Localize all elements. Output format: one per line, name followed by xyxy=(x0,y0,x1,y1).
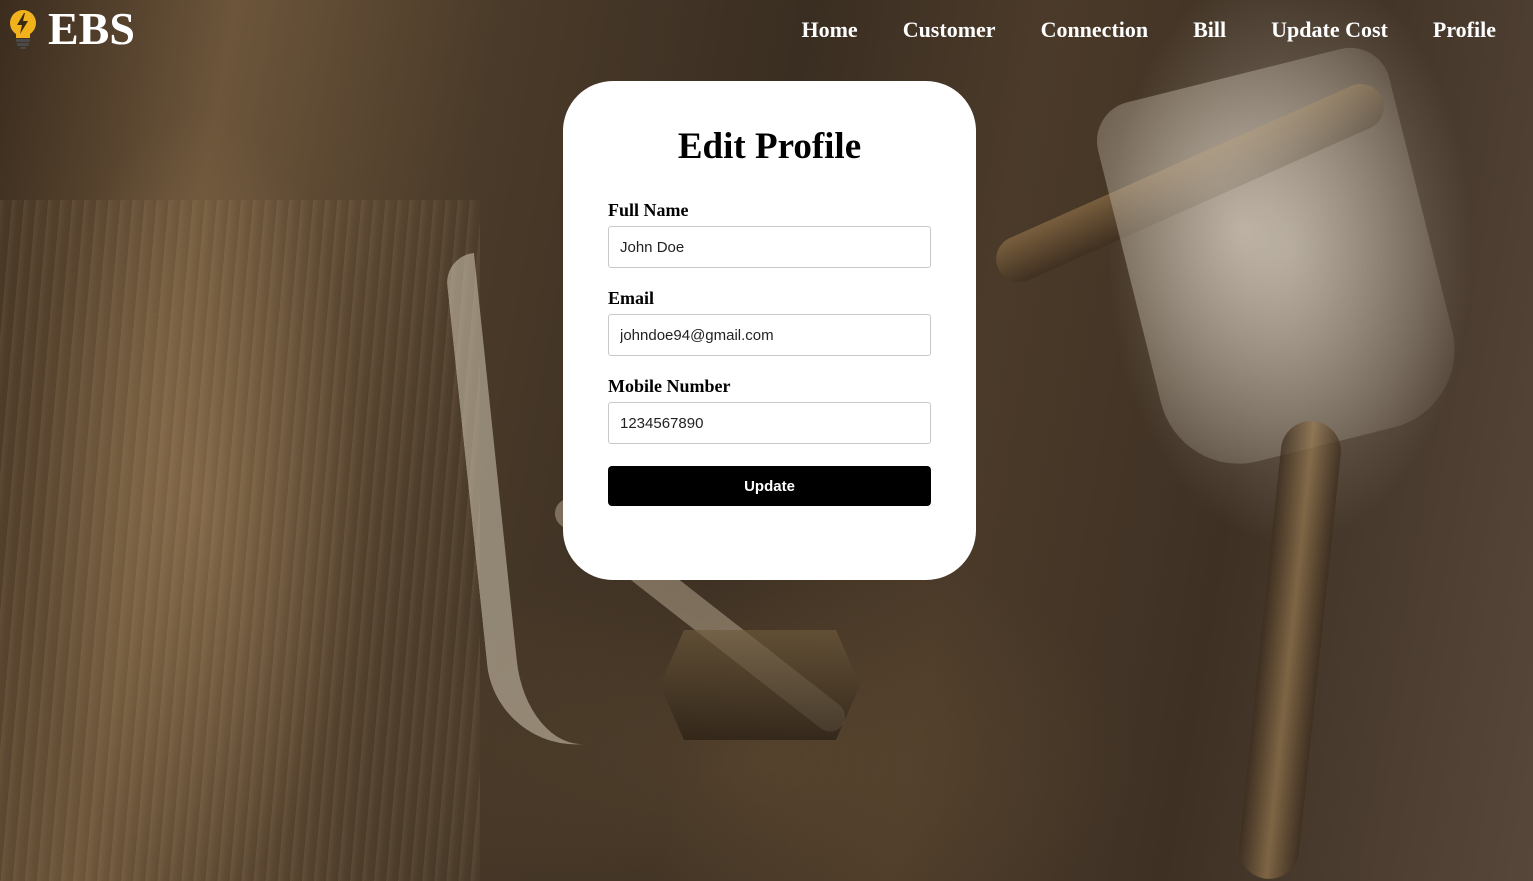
full-name-input[interactable] xyxy=(608,226,931,268)
background-rod xyxy=(988,76,1392,290)
nav-connection[interactable]: Connection xyxy=(1041,14,1149,46)
lightbulb-bolt-icon xyxy=(6,8,40,50)
nav-home[interactable]: Home xyxy=(801,14,857,46)
page-title: Edit Profile xyxy=(677,126,862,167)
background-wall xyxy=(0,200,480,881)
edit-profile-card: Edit Profile Full Name Email Mobile Numb… xyxy=(563,81,976,580)
mobile-number-label: Mobile Number xyxy=(608,376,731,396)
main-nav: Home Customer Connection Bill Update Cos… xyxy=(801,14,1533,46)
mobile-number-input[interactable] xyxy=(608,402,931,444)
update-button[interactable]: Update xyxy=(608,466,931,506)
page-root: EBS Home Customer Connection Bill Update… xyxy=(0,0,1533,881)
brand-name: EBS xyxy=(48,3,135,54)
nav-customer[interactable]: Customer xyxy=(903,14,996,46)
background-plug xyxy=(1088,39,1472,481)
background-nut xyxy=(660,630,860,740)
full-name-label: Full Name xyxy=(608,200,689,220)
email-label: Email xyxy=(608,288,655,308)
nav-update-cost[interactable]: Update Cost xyxy=(1271,14,1388,46)
background-rod-vertical xyxy=(1236,418,1344,881)
brand[interactable]: EBS xyxy=(6,6,135,52)
email-input[interactable] xyxy=(608,314,931,356)
nav-bill[interactable]: Bill xyxy=(1193,14,1226,46)
nav-profile[interactable]: Profile xyxy=(1433,14,1496,46)
